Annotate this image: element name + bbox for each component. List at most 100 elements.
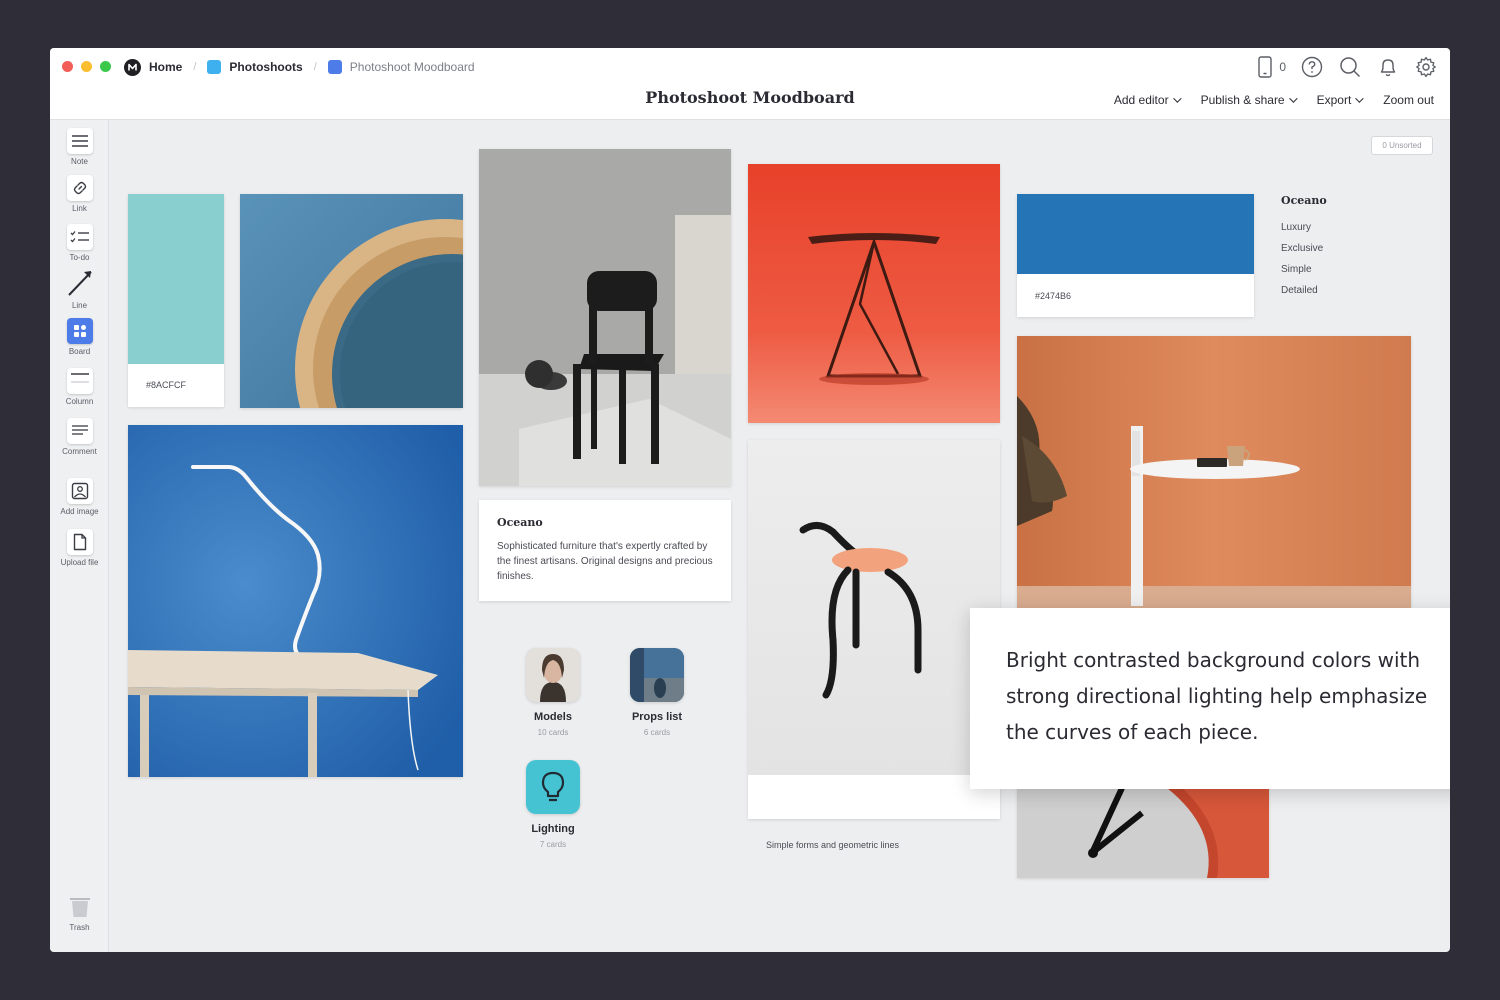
tool-label: Column — [65, 397, 94, 406]
image-desk-lamp[interactable] — [128, 425, 463, 777]
mobile-device-icon[interactable] — [1253, 55, 1277, 79]
breadcrumb-current[interactable]: Photoshoot Moodboard — [327, 60, 475, 74]
window-minimize-button[interactable] — [81, 61, 92, 72]
image-card-curved-chair[interactable]: Simple forms and geometric lines — [748, 440, 1000, 850]
help-icon[interactable] — [1300, 55, 1324, 79]
note-title: Oceano — [497, 516, 543, 529]
menu-label: Zoom out — [1383, 93, 1434, 107]
unsorted-button[interactable]: 0 Unsorted — [1371, 136, 1433, 155]
list-items: Luxury Exclusive Simple Detailed — [1281, 217, 1391, 301]
column-icon — [66, 368, 93, 394]
sub-board-count: 10 cards — [537, 728, 569, 737]
breadcrumb: Home / Photoshoots / Photoshoot Moodboar… — [124, 58, 475, 76]
list-title: Oceano — [1281, 194, 1327, 207]
board-icon — [327, 60, 342, 74]
swatch-hex: #8ACFCF — [146, 380, 187, 390]
notifications-bell-icon[interactable] — [1376, 55, 1400, 79]
chevron-down-icon — [1288, 94, 1298, 103]
tool-label: Link — [72, 204, 87, 213]
breadcrumb-separator: / — [193, 61, 197, 73]
tool-upload-file[interactable]: Upload file — [50, 529, 109, 567]
tool-link[interactable]: Link — [50, 175, 109, 213]
breadcrumb-separator: / — [313, 61, 317, 73]
sub-board-label: Models — [534, 711, 572, 723]
chevron-down-icon — [1172, 94, 1182, 103]
breadcrumb-label: Photoshoots — [229, 60, 303, 74]
color-swatch-teal[interactable]: #8ACFCF — [128, 194, 224, 407]
board-icon — [207, 60, 222, 74]
tool-column[interactable]: Column — [50, 368, 109, 406]
chevron-down-icon — [1355, 94, 1364, 103]
note-card-oceano[interactable]: Oceano Sophisticated furniture that's ex… — [479, 500, 731, 601]
tool-label: Add image — [60, 507, 99, 516]
image-caption: Simple forms and geometric lines — [766, 840, 900, 850]
settings-gear-icon[interactable] — [1414, 55, 1438, 79]
app-window: Home / Photoshoots / Photoshoot Moodboar… — [50, 48, 1450, 952]
tool-label: Upload file — [60, 558, 99, 567]
tool-comment[interactable]: Comment — [50, 418, 109, 456]
sub-board-label: Lighting — [531, 823, 575, 835]
tool-add-image[interactable]: Add image — [50, 478, 109, 516]
file-icon — [66, 529, 93, 555]
note-body: Sophisticated furniture that's expertly … — [497, 541, 713, 582]
swatch-hex: #2474B6 — [1035, 291, 1072, 301]
image-icon — [66, 478, 93, 504]
trash-icon — [67, 894, 93, 920]
swatch-color — [128, 194, 224, 364]
search-icon[interactable] — [1338, 55, 1362, 79]
list-item: Luxury — [1281, 222, 1312, 233]
lightbulb-icon — [526, 760, 580, 814]
tool-todo[interactable]: To-do — [50, 224, 109, 262]
tool-board[interactable]: Board — [50, 318, 109, 356]
note-icon — [66, 128, 93, 154]
tool-label: Note — [71, 157, 88, 166]
props-thumbnail — [630, 648, 684, 702]
header-icons: 0 — [1253, 55, 1438, 79]
breadcrumb-label: Photoshoot Moodboard — [349, 60, 475, 74]
sub-board-lighting[interactable]: Lighting 7 cards — [513, 760, 593, 849]
callout-text-card[interactable]: Bright contrasted background colors with… — [970, 608, 1450, 789]
tool-line[interactable]: Line — [50, 268, 109, 310]
add-editor-button[interactable]: Add editor — [1113, 93, 1182, 107]
list-item: Exclusive — [1281, 243, 1324, 254]
tool-label: Trash — [69, 923, 90, 932]
models-thumbnail — [526, 648, 580, 702]
breadcrumb-home[interactable]: Home — [124, 58, 183, 76]
breadcrumb-label: Home — [149, 60, 183, 74]
header-bar: Home / Photoshoots / Photoshoot Moodboar… — [50, 48, 1450, 120]
sub-board-models[interactable]: Models 10 cards — [513, 648, 593, 737]
sub-board-label: Props list — [631, 711, 683, 723]
list-item: Simple — [1281, 264, 1312, 275]
sub-board-count: 7 cards — [539, 840, 567, 849]
device-count: 0 — [1279, 60, 1286, 74]
todo-icon — [66, 224, 93, 250]
image-red-stool[interactable] — [748, 164, 1000, 423]
header-menu: Add editor Publish & share Export Zoom o… — [1114, 93, 1434, 107]
image-wood-ring[interactable] — [240, 194, 463, 408]
tool-sidebar: Note Link To-do Line Board Column Commen… — [50, 120, 109, 952]
image-clock[interactable] — [1017, 788, 1269, 878]
menu-label: Add editor — [1113, 93, 1169, 107]
color-swatch-blue[interactable]: #2474B6 — [1017, 194, 1254, 317]
tool-note[interactable]: Note — [50, 128, 109, 166]
tool-label: To-do — [69, 253, 90, 262]
tool-label: Line — [71, 301, 88, 310]
window-close-button[interactable] — [62, 61, 73, 72]
export-button[interactable]: Export — [1317, 93, 1364, 107]
tool-label: Board — [68, 347, 91, 356]
trash-button[interactable]: Trash — [50, 894, 109, 932]
swatch-color — [1017, 194, 1254, 274]
image-black-chair[interactable] — [479, 149, 731, 486]
sub-board-props-list[interactable]: Props list 6 cards — [617, 648, 697, 737]
breadcrumb-photoshoots[interactable]: Photoshoots — [207, 60, 303, 74]
comment-icon — [66, 418, 93, 444]
image-side-table[interactable] — [1017, 336, 1411, 608]
sub-board-count: 6 cards — [643, 728, 671, 737]
line-icon — [67, 268, 93, 298]
window-maximize-button[interactable] — [100, 61, 111, 72]
list-item: Detailed — [1281, 285, 1318, 296]
menu-label: Publish & share — [1200, 93, 1285, 107]
text-list-oceano[interactable]: Oceano Luxury Exclusive Simple Detailed — [1281, 194, 1391, 301]
publish-share-button[interactable]: Publish & share — [1200, 93, 1298, 107]
zoom-out-button[interactable]: Zoom out — [1383, 93, 1434, 107]
